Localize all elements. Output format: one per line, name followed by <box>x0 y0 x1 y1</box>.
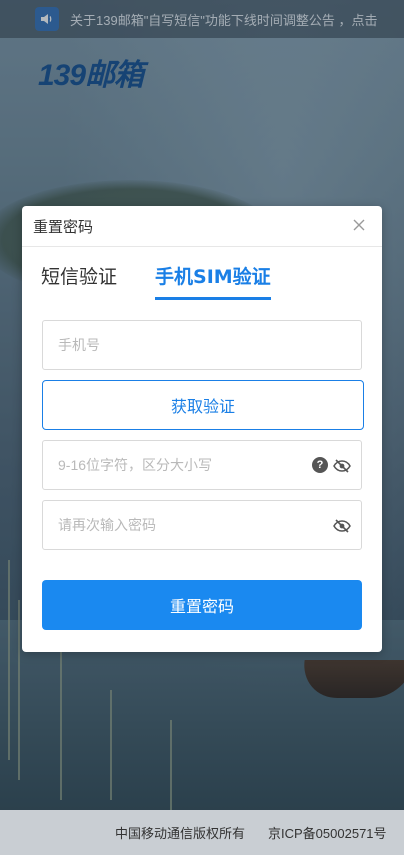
dialog-header: 重置密码 <box>22 206 382 247</box>
close-icon[interactable] <box>350 216 368 234</box>
question-icon[interactable]: ? <box>312 457 328 473</box>
get-code-button[interactable]: 获取验证 <box>42 380 364 430</box>
phone-input[interactable] <box>56 336 300 354</box>
password-field: ? <box>42 440 362 490</box>
confirm-password-field <box>42 500 362 550</box>
tab-sim-verify[interactable]: 手机SIM验证 <box>155 264 271 300</box>
confirm-password-input[interactable] <box>56 516 300 534</box>
eye-hidden-icon[interactable] <box>333 458 351 473</box>
reset-password-button[interactable]: 重置密码 <box>42 580 362 630</box>
tab-sms-verify[interactable]: 短信验证 <box>41 264 117 297</box>
copyright-text: 中国移动通信版权所有 <box>115 826 246 841</box>
dialog-title: 重置密码 <box>33 217 94 236</box>
phone-field <box>42 320 362 370</box>
page-footer: 中国移动通信版权所有 京ICP备05002571号 <box>0 810 404 855</box>
reset-password-dialog: 重置密码 短信验证 手机SIM验证 获取验证 ? <box>22 206 382 652</box>
password-input[interactable] <box>56 456 300 474</box>
verification-tabs: 短信验证 手机SIM验证 <box>41 264 271 300</box>
eye-hidden-icon[interactable] <box>333 518 351 533</box>
icp-link[interactable]: 京ICP备05002571号 <box>268 823 387 842</box>
